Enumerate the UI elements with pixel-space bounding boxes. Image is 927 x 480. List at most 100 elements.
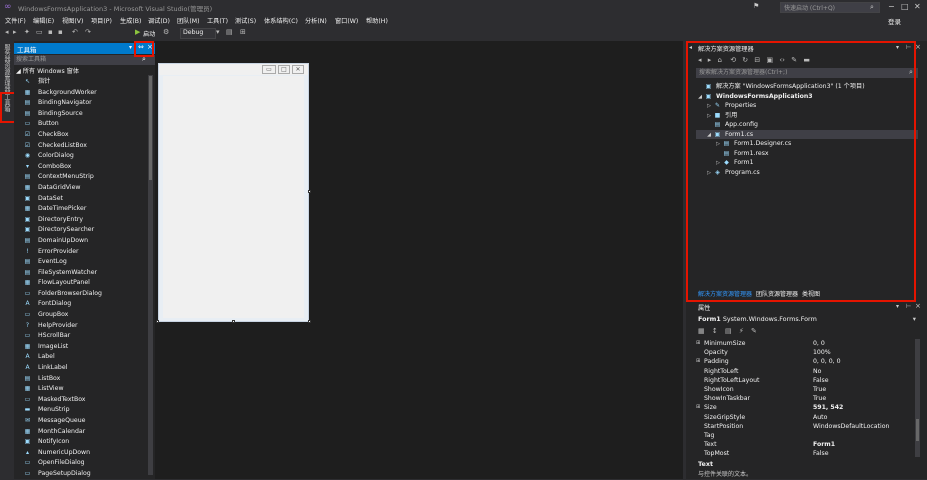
menu-item[interactable]: 编辑(E) [33,16,54,25]
toolbox-item[interactable]: ▤ DomainUpDown [14,236,149,247]
chevron-down-icon[interactable]: ▾ [129,44,132,51]
toolbox-item[interactable]: ▭ MaskedTextBox [14,395,149,406]
property-value[interactable]: False [813,376,829,385]
expand-icon[interactable]: ⊞ [696,403,700,412]
toolbox-item[interactable]: ▦ MonthCalendar [14,427,149,438]
categorized-icon[interactable]: ▦ [698,327,705,335]
toolbox-item[interactable]: ▦ ImageList [14,342,149,353]
menu-item[interactable]: 生成(B) [120,16,141,25]
form-designer[interactable]: ▭ □ ✕ [158,63,309,322]
toolbox-item[interactable]: ☑ CheckedListBox [14,141,149,152]
toolbox-item[interactable]: ▦ BackgroundWorker [14,88,149,99]
property-value[interactable]: False [813,449,829,458]
properties-object-selector[interactable]: Form1 System.Windows.Forms.Form ▾ [698,315,916,323]
toolbox-item[interactable]: ▭ OpenFileDialog [14,458,149,469]
toolbox-item[interactable]: ▦ FlowLayoutPanel [14,278,149,289]
start-debug-icon[interactable]: ▶ [135,28,140,36]
toolbox-item[interactable]: ▭ FolderBrowserDialog [14,289,149,300]
form-client-area[interactable] [163,76,304,318]
toolbox-item[interactable]: ▣ DirectorySearcher [14,225,149,236]
property-value[interactable]: 0, 0, 0, 0 [813,357,841,366]
start-button[interactable]: 启动 [143,29,155,38]
property-value[interactable]: True [813,394,826,403]
property-value[interactable]: True [813,385,826,394]
toolbox-item[interactable]: ▣ DataSet [14,194,149,205]
notification-flag-icon[interactable]: ⚑ [753,2,759,10]
save-all-icon[interactable]: ▪ [58,28,63,36]
toolbox-item[interactable]: A Label [14,352,149,363]
tab-server-explorer[interactable]: 服务器资源管理器 [2,44,11,92]
login-link[interactable]: 登录 [888,16,901,26]
toolbox-item[interactable]: ↖ 指针 [14,77,149,88]
property-value[interactable]: No [813,367,821,376]
property-row[interactable]: ShowIcon True [696,385,911,394]
pin-icon[interactable]: ⊢ [906,303,911,310]
config-dropdown[interactable]: Debug [180,28,216,39]
menu-item[interactable]: 分析(N) [305,16,327,25]
toolbox-item[interactable]: ▭ HScrollBar [14,331,149,342]
menu-item[interactable]: 体系结构(C) [264,16,298,25]
toolbox-group[interactable]: ◢ 所有 Windows 窗体 [14,67,149,77]
menu-item[interactable]: 项目(P) [91,16,112,25]
menu-item[interactable]: 工具(T) [207,16,228,25]
back-icon[interactable]: ◂ [5,28,9,36]
menu-item[interactable]: 窗口(W) [335,16,358,25]
toolbox-item[interactable]: A LinkLabel [14,363,149,374]
toolbox-item[interactable]: ▭ Button [14,119,149,130]
toolbox-item[interactable]: ✉ MessageQueue [14,416,149,427]
property-value[interactable]: 0, 0 [813,339,825,348]
property-row[interactable]: Text Form1 [696,440,911,449]
toolbox-item[interactable]: ▭ PageSetupDialog [14,469,149,480]
property-value[interactable]: Auto [813,413,827,422]
toolbox-item[interactable]: ? HelpProvider [14,321,149,332]
property-row[interactable]: ⊞ Size 591, 542 [696,403,911,412]
menu-item[interactable]: 文件(F) [5,16,26,25]
toolbox-item[interactable]: ☑ CheckBox [14,130,149,141]
property-value[interactable]: Form1 [813,440,835,449]
toolbox-item[interactable]: ▤ BindingNavigator [14,98,149,109]
toolbox-item[interactable]: ▤ ListBox [14,374,149,385]
toolbox-item[interactable]: ▭ GroupBox [14,310,149,321]
redo-icon[interactable]: ↷ [85,28,91,36]
toolbox-item[interactable]: A FontDialog [14,299,149,310]
property-pages-icon[interactable]: ✎ [751,327,757,335]
toolbox-scroll-thumb[interactable] [149,76,152,180]
toolbox-item[interactable]: ▣ NotifyIcon [14,437,149,448]
toolbox-item[interactable]: ▣ DirectoryEntry [14,215,149,226]
property-row[interactable]: TopMost False [696,449,911,458]
chevron-down-icon[interactable]: ▾ [896,303,899,310]
property-row[interactable]: RightToLeft No [696,367,911,376]
open-icon[interactable]: ▭ [36,28,43,36]
toolbox-item[interactable]: ▴ NumericUpDown [14,448,149,459]
quick-launch-input[interactable]: 快速启动 (Ctrl+Q) [780,2,880,13]
toolbox-item[interactable]: ▾ ComboBox [14,162,149,173]
undo-icon[interactable]: ↶ [72,28,78,36]
forward-icon[interactable]: ▸ [13,28,17,36]
menu-item[interactable]: 帮助(H) [366,16,388,25]
maximize-button[interactable]: □ [901,2,909,11]
toolbox-item[interactable]: ▤ ContextMenuStrip [14,172,149,183]
property-row[interactable]: ShowInTaskbar True [696,394,911,403]
resize-handle-right[interactable] [308,190,311,193]
toolbox-item[interactable]: ! ErrorProvider [14,247,149,258]
close-icon[interactable]: × [915,302,921,310]
close-button[interactable]: ✕ [914,2,921,11]
menu-item[interactable]: 视图(V) [62,16,83,25]
property-row[interactable]: ⊞ MinimumSize 0, 0 [696,339,911,348]
property-row[interactable]: Tag [696,431,911,440]
events-icon[interactable]: ⚡ [739,327,744,335]
toolbox-item[interactable]: ▦ DataGridView [14,183,149,194]
layout-icon[interactable]: ⊞ [240,28,246,36]
properties-scroll-thumb[interactable] [916,419,919,441]
expand-icon[interactable]: ⊞ [696,339,700,348]
toolbox-item[interactable]: ▬ MenuStrip [14,405,149,416]
menu-item[interactable]: 团队(M) [177,16,200,25]
resize-handle-bottom[interactable] [232,320,235,323]
property-value[interactable]: 591, 542 [813,403,843,412]
property-value[interactable]: WindowsDefaultLocation [813,422,889,431]
alphabetical-icon[interactable]: ↕ [712,327,718,335]
property-row[interactable]: Opacity 100% [696,348,911,357]
toolbox-item[interactable]: ◉ ColorDialog [14,151,149,162]
menu-item[interactable]: 调试(D) [148,16,170,25]
property-row[interactable]: RightToLeftLayout False [696,376,911,385]
